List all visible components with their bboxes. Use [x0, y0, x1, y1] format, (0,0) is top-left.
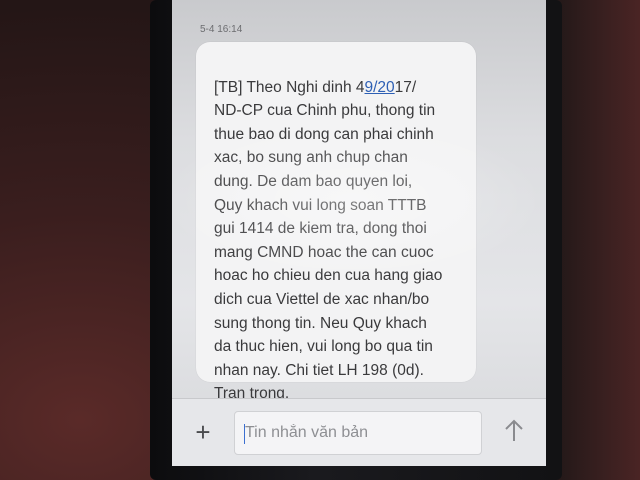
message-line: xac, bo sung anh chup chan — [214, 149, 408, 167]
message-input[interactable] — [245, 412, 473, 454]
message-line: da thuc hien, vui long bo qua tin — [214, 338, 433, 356]
photo-background-right — [555, 0, 640, 480]
message-bubble[interactable]: [TB] Theo Nghi dinh 49/2017/ ND-CP cua C… — [196, 42, 476, 402]
message-line: dung. De dam bao quyen loi, — [214, 172, 413, 190]
add-attachment-button[interactable]: + — [188, 417, 218, 447]
message-line: sung thong tin. Neu Quy khach — [214, 314, 427, 332]
send-button[interactable] — [498, 415, 530, 447]
message-composer: + — [172, 398, 546, 466]
message-line: thue bao di dong can phai chinh — [214, 125, 434, 143]
message-line: dich cua Viettel de xac nhan/bo — [214, 290, 430, 308]
date-link[interactable]: 9/20 — [365, 79, 395, 96]
message-line: nhan nay. Chi tiet LH 198 (0d). — [214, 361, 424, 379]
plus-icon: + — [195, 417, 211, 447]
message-timestamp: 5-4 16:14 — [200, 24, 243, 35]
message-text: [TB] Theo Nghi dinh 49/2017/ ND-CP cua C… — [214, 52, 476, 406]
message-line: hoac ho chieu den cua hang giao — [214, 267, 443, 285]
messaging-screen: 5-4 16:14 [TB] Theo Nghi dinh 49/2017/ N… — [172, 0, 546, 466]
message-line: mang CMND hoac the can cuoc — [214, 243, 434, 261]
message-line: gui 1414 de kiem tra, dong thoi — [214, 220, 427, 238]
message-line: ND-CP cua Chinh phu, thong tin — [214, 102, 436, 120]
message-line: [TB] Theo Nghi dinh 49/2017/ — [214, 78, 417, 96]
send-arrow-up-icon — [505, 419, 523, 441]
message-line: Quy khach vui long soan TTTB — [214, 196, 427, 214]
message-input-container[interactable] — [234, 411, 482, 455]
